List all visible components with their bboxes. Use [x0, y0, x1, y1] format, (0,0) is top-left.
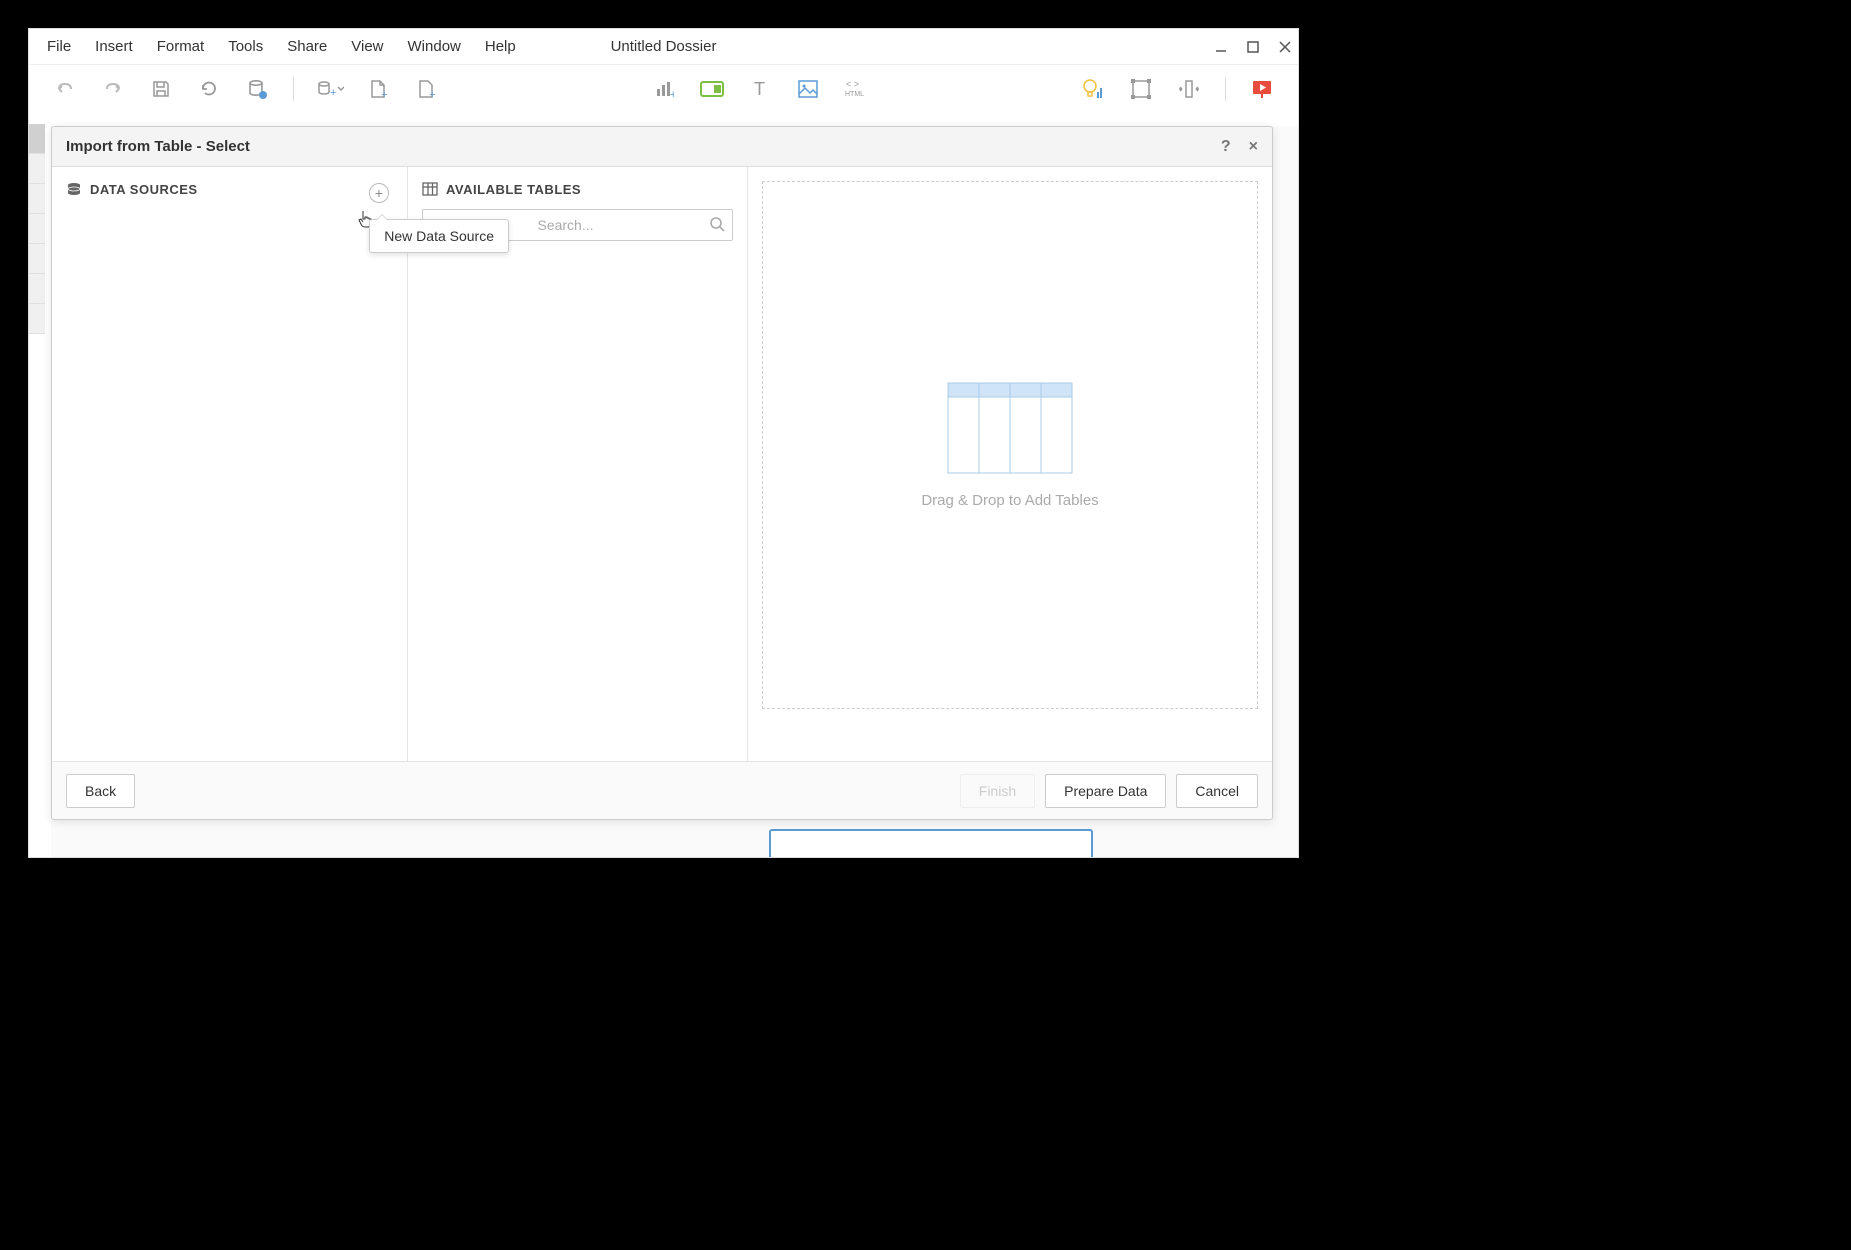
layout-icon[interactable] — [1123, 71, 1159, 107]
svg-text:+: + — [381, 89, 387, 99]
menu-insert[interactable]: Insert — [83, 32, 145, 61]
refresh-icon[interactable] — [191, 71, 227, 107]
dialog-footer: Back Finish Prepare Data Cancel — [52, 761, 1272, 819]
svg-text:T: T — [754, 79, 765, 99]
separator — [1225, 77, 1226, 101]
menu-view[interactable]: View — [339, 32, 395, 61]
selected-visualization-outline — [769, 829, 1093, 857]
dialog-help-button[interactable]: ? — [1221, 138, 1231, 156]
cancel-button[interactable]: Cancel — [1176, 774, 1258, 808]
back-button[interactable]: Back — [66, 774, 135, 808]
close-button[interactable] — [1276, 38, 1294, 56]
available-tables-label: AVAILABLE TABLES — [446, 182, 581, 197]
redo-icon[interactable] — [95, 71, 131, 107]
widget-icon[interactable] — [694, 71, 730, 107]
maximize-button[interactable] — [1244, 38, 1262, 56]
dialog-titlebar: Import from Table - Select ? × — [52, 127, 1272, 167]
svg-text:HTML: HTML — [845, 91, 864, 98]
new-data-source-tooltip: New Data Source — [369, 219, 509, 253]
toolbar: + + + + T < > HTML — [29, 65, 1298, 113]
text-icon[interactable]: T — [742, 71, 778, 107]
window-controls — [1212, 38, 1294, 56]
app-window: File Insert Format Tools Share View Wind… — [28, 28, 1299, 858]
new-file-icon[interactable]: + — [360, 71, 396, 107]
panel-icon[interactable] — [1171, 71, 1207, 107]
html-icon[interactable]: < > HTML — [838, 71, 874, 107]
present-icon[interactable] — [1244, 71, 1280, 107]
svg-text:< >: < > — [846, 79, 859, 89]
finish-button: Finish — [960, 774, 1035, 808]
search-icon — [709, 216, 725, 232]
menu-format[interactable]: Format — [145, 32, 217, 61]
data-sources-header: DATA SOURCES — [66, 181, 393, 197]
prepare-data-button[interactable]: Prepare Data — [1045, 774, 1166, 808]
chart-icon[interactable]: + — [646, 71, 682, 107]
svg-text:+: + — [330, 87, 336, 99]
database-icon — [66, 181, 82, 197]
menu-tools[interactable]: Tools — [216, 32, 275, 61]
data-sources-label: DATA SOURCES — [90, 182, 198, 197]
undo-icon[interactable] — [47, 71, 83, 107]
menu-share[interactable]: Share — [275, 32, 339, 61]
save-icon[interactable] — [143, 71, 179, 107]
available-tables-header: AVAILABLE TABLES — [422, 181, 733, 197]
menu-help[interactable]: Help — [473, 32, 528, 61]
image-icon[interactable] — [790, 71, 826, 107]
dialog-overlay: Import from Table - Select ? × DATA SOUR… — [51, 126, 1298, 857]
add-data-icon[interactable]: + — [312, 71, 348, 107]
drop-zone-text: Drag & Drop to Add Tables — [921, 492, 1098, 509]
separator — [293, 77, 294, 101]
svg-text:+: + — [670, 89, 674, 99]
menubar: File Insert Format Tools Share View Wind… — [29, 29, 1298, 65]
add-data-source-button[interactable]: + — [369, 183, 389, 203]
new-page-icon[interactable]: + — [408, 71, 444, 107]
data-sources-column: DATA SOURCES + New Data Source — [52, 167, 408, 761]
svg-text:+: + — [429, 89, 435, 99]
minimize-button[interactable] — [1212, 38, 1230, 56]
table-icon — [422, 181, 438, 197]
app-title: Untitled Dossier — [611, 38, 717, 55]
dialog-close-button[interactable]: × — [1249, 138, 1258, 156]
ideas-icon[interactable] — [1075, 71, 1111, 107]
drop-column: Drag & Drop to Add Tables — [748, 167, 1272, 761]
data-icon[interactable] — [239, 71, 275, 107]
available-tables-column: AVAILABLE TABLES — [408, 167, 748, 761]
import-dialog: Import from Table - Select ? × DATA SOUR… — [51, 126, 1273, 820]
table-placeholder-icon — [947, 382, 1073, 474]
drop-zone[interactable]: Drag & Drop to Add Tables — [762, 181, 1258, 709]
menu-file[interactable]: File — [35, 32, 83, 61]
dialog-title: Import from Table - Select — [66, 138, 250, 155]
menu-window[interactable]: Window — [396, 32, 473, 61]
left-panel-background — [29, 124, 45, 857]
dialog-body: DATA SOURCES + New Data Source — [52, 167, 1272, 761]
